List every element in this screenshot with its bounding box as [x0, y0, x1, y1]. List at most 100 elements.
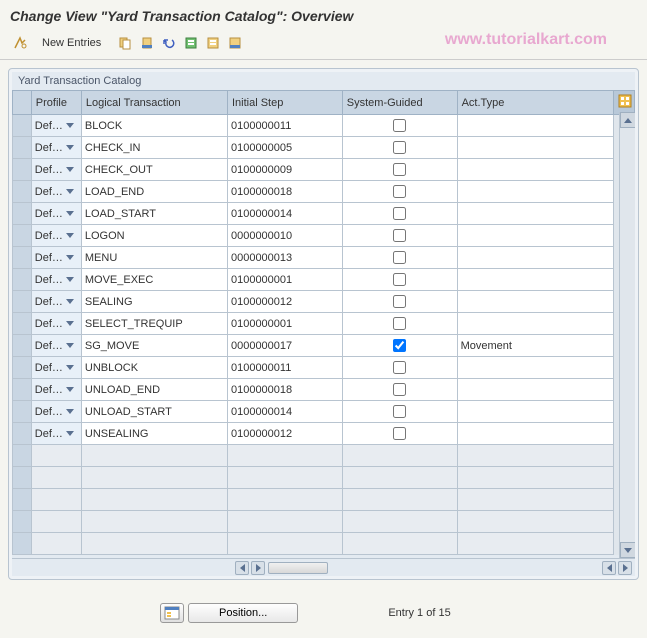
system-guided-checkbox[interactable]: [393, 229, 406, 242]
profile-cell[interactable]: Def…: [31, 269, 81, 291]
scroll-left-end-icon[interactable]: [602, 561, 616, 575]
system-guided-checkbox[interactable]: [393, 119, 406, 132]
act-type-cell[interactable]: [457, 115, 614, 137]
logical-transaction-cell[interactable]: LOAD_START: [81, 203, 227, 225]
dropdown-icon[interactable]: [66, 233, 74, 238]
system-guided-cell[interactable]: [342, 115, 457, 137]
dropdown-icon[interactable]: [66, 299, 74, 304]
scroll-left-icon[interactable]: [235, 561, 249, 575]
table-settings-button[interactable]: [614, 91, 635, 115]
col-act-type[interactable]: Act.Type: [457, 91, 614, 115]
initial-step-cell[interactable]: 0100000012: [227, 423, 342, 445]
profile-cell[interactable]: Def…: [31, 313, 81, 335]
system-guided-cell[interactable]: [342, 159, 457, 181]
row-selector[interactable]: [13, 489, 32, 511]
logical-transaction-cell[interactable]: SEALING: [81, 291, 227, 313]
row-selector[interactable]: [13, 115, 32, 137]
profile-cell[interactable]: Def…: [31, 291, 81, 313]
logical-transaction-cell[interactable]: UNSEALING: [81, 423, 227, 445]
system-guided-checkbox[interactable]: [393, 251, 406, 264]
system-guided-cell[interactable]: [342, 379, 457, 401]
row-selector[interactable]: [13, 225, 32, 247]
profile-cell[interactable]: Def…: [31, 225, 81, 247]
initial-step-cell[interactable]: 0100000011: [227, 115, 342, 137]
undo-icon[interactable]: [159, 33, 179, 53]
deselect-all-icon[interactable]: [203, 33, 223, 53]
system-guided-cell[interactable]: [342, 357, 457, 379]
initial-step-cell[interactable]: 0000000010: [227, 225, 342, 247]
logical-transaction-cell[interactable]: UNLOAD_END: [81, 379, 227, 401]
initial-step-cell[interactable]: 0000000013: [227, 247, 342, 269]
profile-cell[interactable]: Def…: [31, 137, 81, 159]
profile-cell[interactable]: Def…: [31, 181, 81, 203]
dropdown-icon[interactable]: [66, 431, 74, 436]
col-system-guided[interactable]: System-Guided: [342, 91, 457, 115]
dropdown-icon[interactable]: [66, 365, 74, 370]
initial-step-cell[interactable]: 0100000018: [227, 181, 342, 203]
system-guided-cell[interactable]: [342, 401, 457, 423]
act-type-cell[interactable]: [457, 137, 614, 159]
position-button[interactable]: Position...: [188, 603, 298, 623]
dropdown-icon[interactable]: [66, 123, 74, 128]
row-selector[interactable]: [13, 357, 32, 379]
row-selector[interactable]: [13, 203, 32, 225]
dropdown-icon[interactable]: [66, 145, 74, 150]
system-guided-checkbox[interactable]: [393, 361, 406, 374]
act-type-cell[interactable]: [457, 291, 614, 313]
system-guided-checkbox[interactable]: [393, 273, 406, 286]
dropdown-icon[interactable]: [66, 343, 74, 348]
dropdown-icon[interactable]: [66, 167, 74, 172]
profile-cell[interactable]: Def…: [31, 379, 81, 401]
system-guided-cell[interactable]: [342, 313, 457, 335]
row-selector[interactable]: [13, 423, 32, 445]
col-initial-step[interactable]: Initial Step: [227, 91, 342, 115]
act-type-cell[interactable]: [457, 269, 614, 291]
col-logical-transaction[interactable]: Logical Transaction: [81, 91, 227, 115]
dropdown-icon[interactable]: [66, 387, 74, 392]
vertical-scrollbar[interactable]: [619, 112, 635, 558]
initial-step-cell[interactable]: 0100000005: [227, 137, 342, 159]
scroll-thumb[interactable]: [268, 562, 328, 574]
system-guided-checkbox[interactable]: [393, 383, 406, 396]
row-selector[interactable]: [13, 269, 32, 291]
print-icon[interactable]: [225, 33, 245, 53]
logical-transaction-cell[interactable]: BLOCK: [81, 115, 227, 137]
dropdown-icon[interactable]: [66, 255, 74, 260]
act-type-cell[interactable]: [457, 203, 614, 225]
system-guided-cell[interactable]: [342, 269, 457, 291]
select-all-icon[interactable]: [181, 33, 201, 53]
scroll-down-icon[interactable]: [620, 542, 635, 558]
initial-step-cell[interactable]: 0100000011: [227, 357, 342, 379]
dropdown-icon[interactable]: [66, 277, 74, 282]
row-selector[interactable]: [13, 137, 32, 159]
row-selector[interactable]: [13, 247, 32, 269]
logical-transaction-cell[interactable]: CHECK_OUT: [81, 159, 227, 181]
row-selector[interactable]: [13, 401, 32, 423]
dropdown-icon[interactable]: [66, 189, 74, 194]
row-selector[interactable]: [13, 313, 32, 335]
profile-cell[interactable]: Def…: [31, 335, 81, 357]
profile-cell[interactable]: Def…: [31, 247, 81, 269]
initial-step-cell[interactable]: 0100000001: [227, 313, 342, 335]
scroll-up-icon[interactable]: [620, 112, 635, 128]
system-guided-checkbox[interactable]: [393, 405, 406, 418]
act-type-cell[interactable]: [457, 357, 614, 379]
initial-step-cell[interactable]: 0000000017: [227, 335, 342, 357]
system-guided-checkbox[interactable]: [393, 427, 406, 440]
initial-step-cell[interactable]: 0100000009: [227, 159, 342, 181]
system-guided-checkbox[interactable]: [393, 163, 406, 176]
act-type-cell[interactable]: [457, 225, 614, 247]
logical-transaction-cell[interactable]: CHECK_IN: [81, 137, 227, 159]
profile-cell[interactable]: Def…: [31, 357, 81, 379]
logical-transaction-cell[interactable]: MENU: [81, 247, 227, 269]
scroll-right-icon[interactable]: [251, 561, 265, 575]
act-type-cell[interactable]: Movement: [457, 335, 614, 357]
row-selector[interactable]: [13, 379, 32, 401]
new-entries-button[interactable]: New Entries: [34, 35, 109, 51]
dropdown-icon[interactable]: [66, 409, 74, 414]
row-selector[interactable]: [13, 467, 32, 489]
act-type-cell[interactable]: [457, 247, 614, 269]
col-profile[interactable]: Profile: [31, 91, 81, 115]
row-selector[interactable]: [13, 181, 32, 203]
profile-cell[interactable]: Def…: [31, 401, 81, 423]
